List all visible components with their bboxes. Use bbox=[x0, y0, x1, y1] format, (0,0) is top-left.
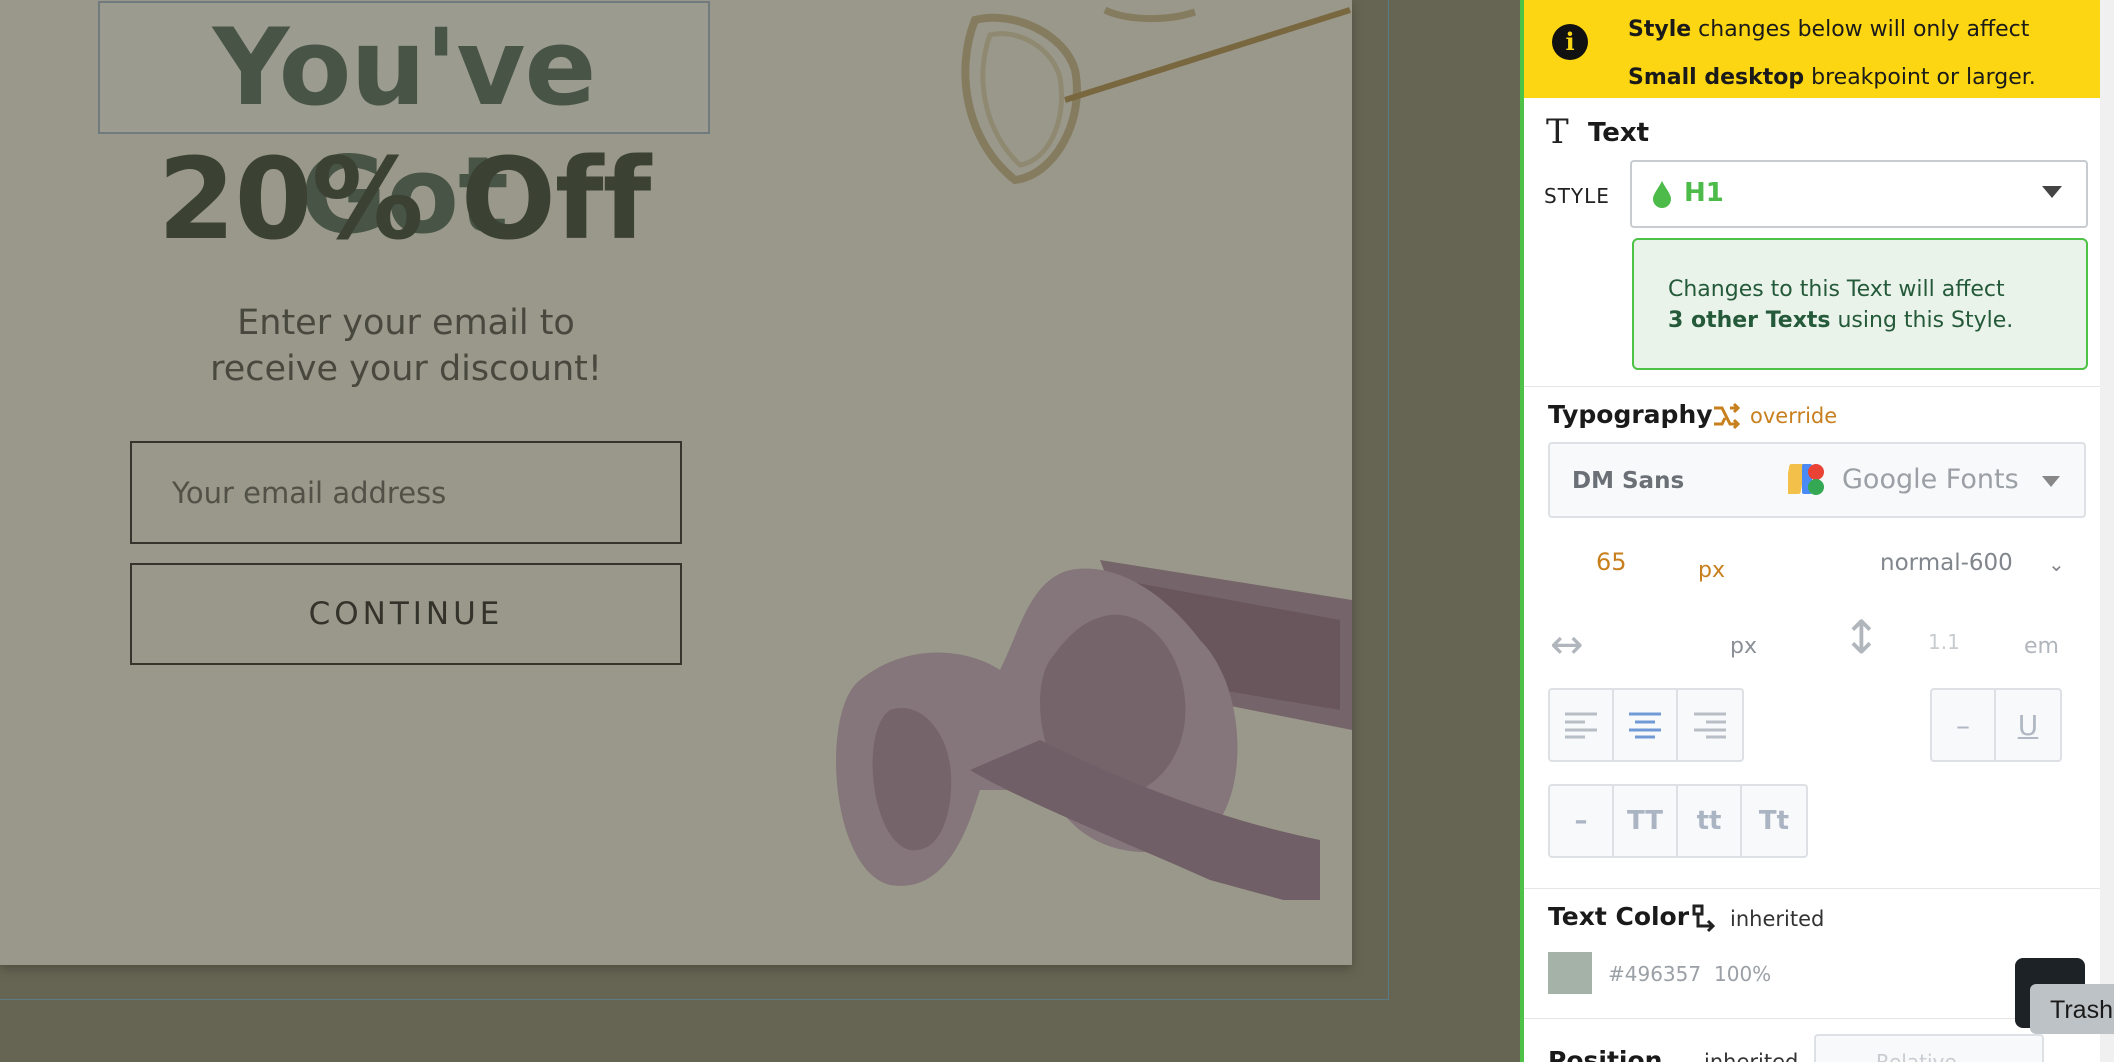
info-icon: i bbox=[1552, 24, 1588, 60]
typography-title: Typography bbox=[1548, 400, 1713, 429]
font-weight-select[interactable]: normal-600 bbox=[1880, 550, 2013, 576]
letter-spacing-icon: ↔ bbox=[1550, 622, 1584, 668]
line-height-icon: ↕ bbox=[1842, 610, 1881, 664]
typography-override-toggle[interactable]: override bbox=[1750, 404, 1837, 428]
align-right-button[interactable] bbox=[1678, 690, 1742, 760]
align-right-icon bbox=[1694, 712, 1726, 739]
override-icon bbox=[1714, 402, 1740, 430]
align-left-button[interactable] bbox=[1550, 690, 1614, 760]
transform-capitalize-button[interactable]: Tt bbox=[1742, 786, 1806, 856]
position-title: Position bbox=[1548, 1046, 1663, 1062]
divider bbox=[1524, 386, 2100, 387]
font-source-label: Google Fonts bbox=[1842, 464, 2019, 495]
chevron-down-icon bbox=[2042, 186, 2062, 198]
position-inherited-label[interactable]: inherited bbox=[1704, 1050, 1798, 1062]
line-height-unit[interactable]: em bbox=[2024, 634, 2059, 659]
line-height-input[interactable]: 1.1 bbox=[1928, 630, 1960, 654]
text-color-title: Text Color bbox=[1548, 902, 1690, 931]
style-impact-line-1: Changes to this Text will affect bbox=[1668, 277, 2005, 302]
properties-panel: i Style changes below will only affect S… bbox=[1520, 0, 2100, 1062]
text-type-icon: T bbox=[1546, 112, 1569, 152]
breakpoint-notice: i Style changes below will only affect S… bbox=[1524, 0, 2100, 98]
font-family-select[interactable]: DM Sans Google Fonts bbox=[1548, 442, 2086, 518]
text-transform-group: – TT tt Tt bbox=[1548, 784, 1808, 858]
align-center-button[interactable] bbox=[1614, 690, 1678, 760]
transform-uppercase-button[interactable]: TT bbox=[1614, 786, 1678, 856]
divider bbox=[1524, 888, 2100, 889]
transform-none-button[interactable]: – bbox=[1550, 786, 1614, 856]
decoration-none-button[interactable]: – bbox=[1932, 690, 1996, 760]
position-select[interactable]: Relative bbox=[1814, 1034, 2044, 1062]
color-opacity-value[interactable]: 100% bbox=[1714, 962, 1771, 986]
chevron-down-icon: ⌄ bbox=[2048, 552, 2065, 576]
text-color-inherited-label[interactable]: inherited bbox=[1730, 907, 1824, 931]
style-value: H1 bbox=[1684, 178, 1724, 208]
notice-line-1: Style changes below will only affect bbox=[1628, 17, 2030, 42]
color-hex-value[interactable]: #496357 bbox=[1608, 962, 1701, 986]
style-select[interactable]: H1 bbox=[1630, 160, 2088, 228]
notice-line-2: Small desktop breakpoint or larger. bbox=[1628, 65, 2036, 90]
style-label: STYLE bbox=[1544, 184, 1610, 208]
font-size-unit[interactable]: px bbox=[1698, 558, 1725, 583]
text-section-title: Text bbox=[1588, 118, 1650, 148]
panel-scrollbar[interactable] bbox=[2100, 0, 2114, 1062]
align-center-icon bbox=[1629, 712, 1661, 739]
google-fonts-icon bbox=[1788, 464, 1824, 495]
inherit-icon bbox=[1692, 904, 1716, 933]
style-impact-line-2: 3 other Texts using this Style. bbox=[1668, 308, 2014, 333]
transform-lowercase-button[interactable]: tt bbox=[1678, 786, 1742, 856]
droplet-icon bbox=[1653, 181, 1671, 208]
style-impact-info: Changes to this Text will affect 3 other… bbox=[1632, 238, 2088, 370]
letter-spacing-unit[interactable]: px bbox=[1730, 634, 1757, 659]
text-align-group bbox=[1548, 688, 1744, 762]
position-value: Relative bbox=[1876, 1050, 1957, 1062]
align-left-icon bbox=[1565, 712, 1597, 739]
trash-tooltip: Trash bbox=[2030, 984, 2114, 1034]
divider bbox=[1524, 1018, 2100, 1019]
decoration-underline-button[interactable]: U bbox=[1996, 690, 2060, 760]
color-swatch[interactable] bbox=[1548, 952, 1592, 994]
page-frame-outline bbox=[0, 0, 1389, 1000]
editor-canvas[interactable]: You've Got 20% Off Enter your email to r… bbox=[0, 0, 1520, 1062]
font-size-input[interactable]: 65 bbox=[1596, 548, 1627, 576]
font-family-value: DM Sans bbox=[1572, 468, 1685, 494]
text-decoration-group: – U bbox=[1930, 688, 2062, 762]
chevron-down-icon bbox=[2042, 476, 2060, 487]
